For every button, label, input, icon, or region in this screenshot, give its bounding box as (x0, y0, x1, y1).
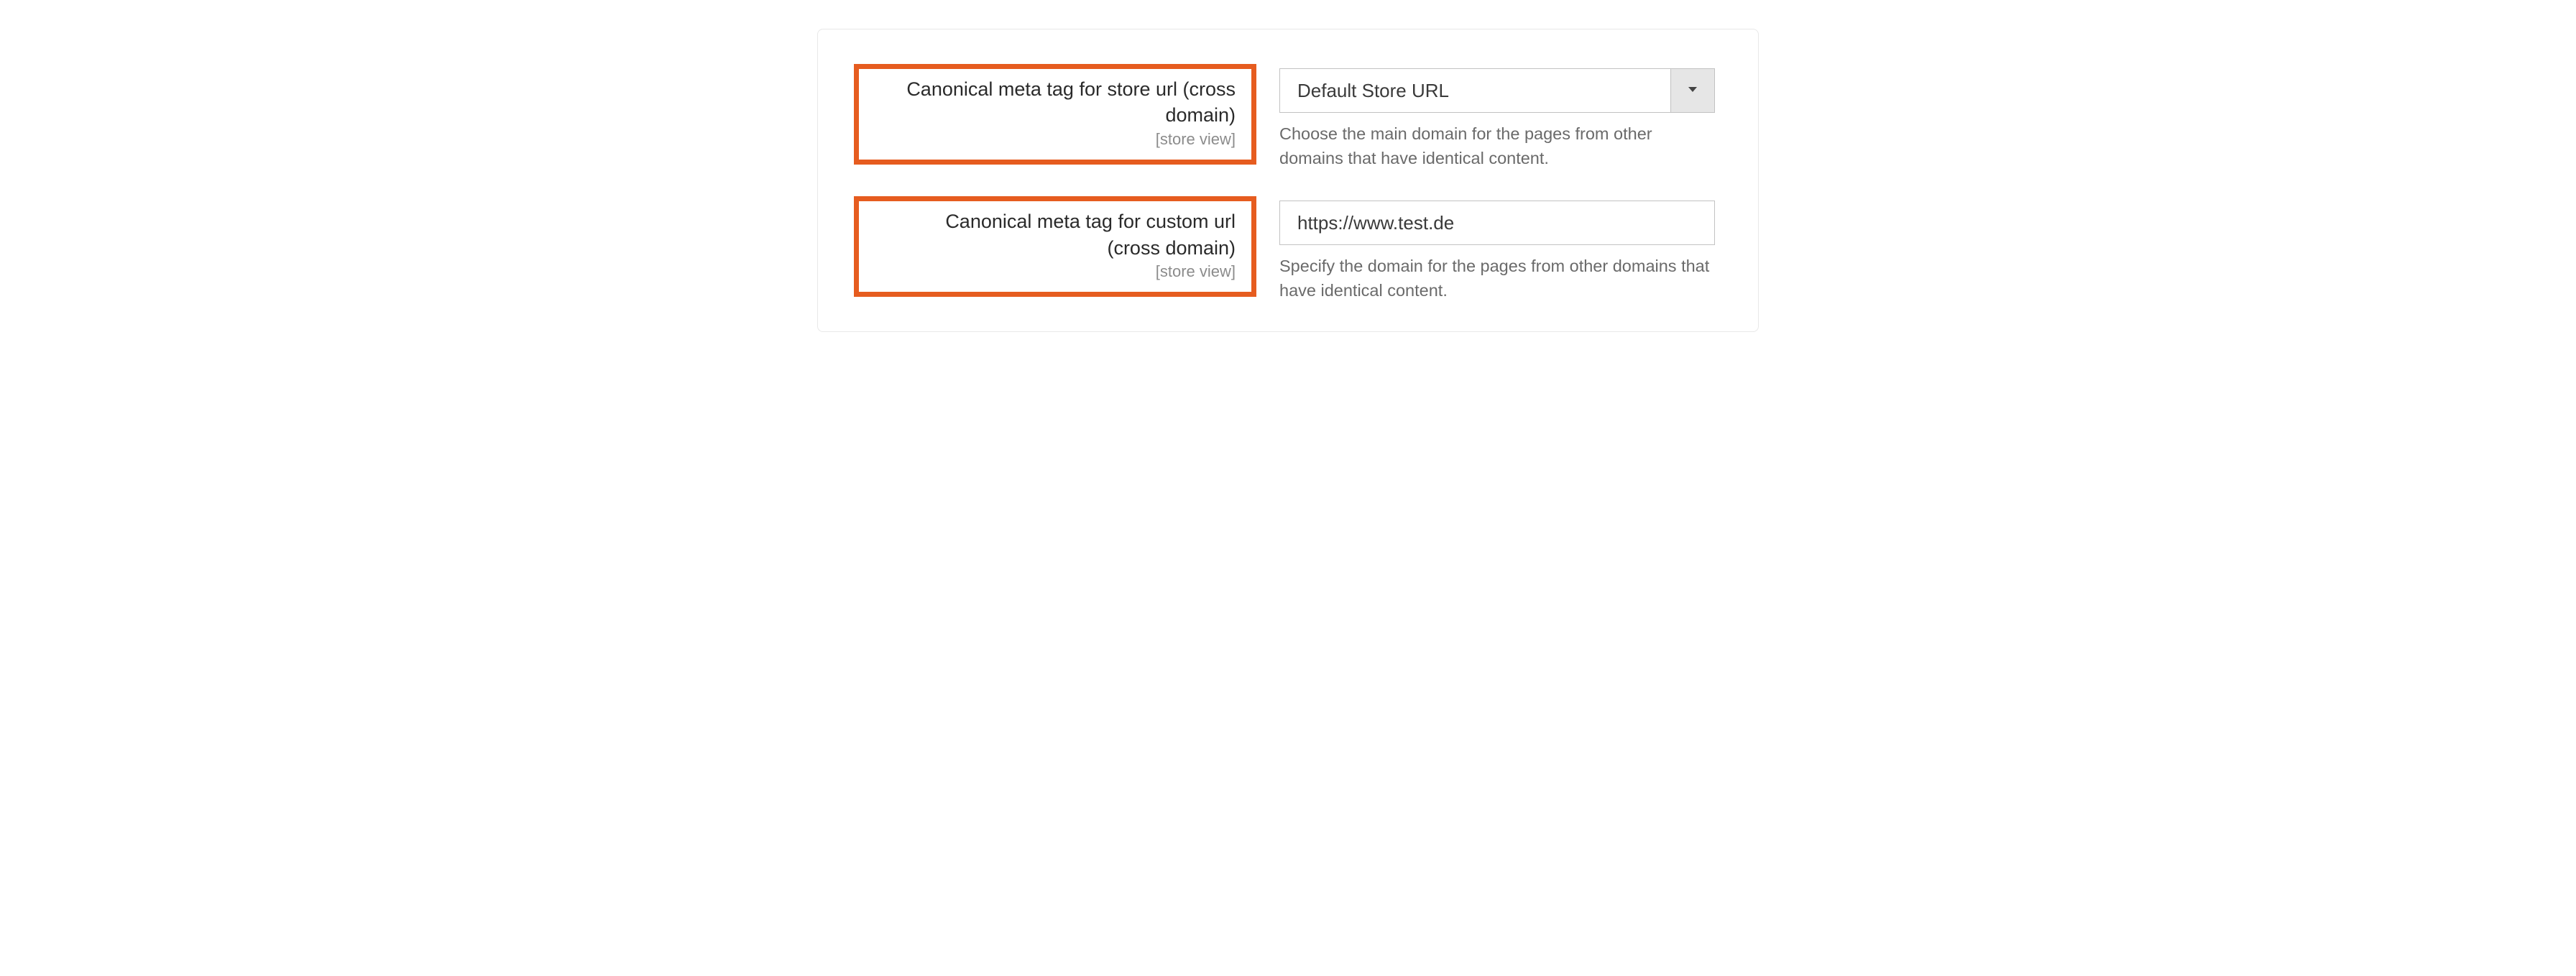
chevron-down-icon (1688, 84, 1698, 97)
field-scope: [store view] (895, 262, 1236, 281)
field-label: Canonical meta tag for store url (cross … (895, 76, 1236, 129)
field-label: Canonical meta tag for custom url (cross… (895, 208, 1236, 261)
select-value: Default Store URL (1279, 68, 1670, 113)
label-box-store-url: Canonical meta tag for store url (cross … (854, 64, 1256, 165)
settings-panel: Canonical meta tag for store url (cross … (817, 29, 1759, 332)
field-scope: [store view] (895, 130, 1236, 149)
canonical-custom-url-input[interactable] (1279, 201, 1715, 245)
field-control-custom-url: Specify the domain for the pages from ot… (1279, 196, 1715, 303)
canonical-store-url-select[interactable]: Default Store URL (1279, 68, 1715, 113)
field-help: Choose the main domain for the pages fro… (1279, 121, 1715, 170)
field-control-store-url: Default Store URL Choose the main domain… (1279, 64, 1715, 170)
field-row-custom-url: Canonical meta tag for custom url (cross… (854, 196, 1715, 303)
select-toggle-button[interactable] (1670, 68, 1715, 113)
field-help: Specify the domain for the pages from ot… (1279, 254, 1715, 303)
field-row-store-url: Canonical meta tag for store url (cross … (854, 64, 1715, 170)
label-box-custom-url: Canonical meta tag for custom url (cross… (854, 196, 1256, 297)
